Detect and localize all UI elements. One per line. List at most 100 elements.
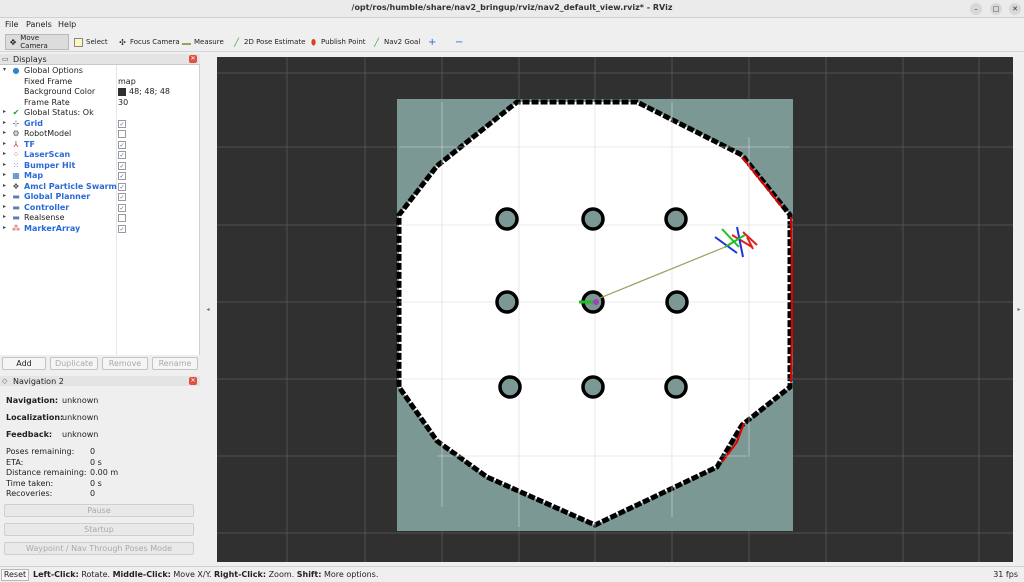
render-viewport[interactable]	[217, 57, 1013, 562]
expand-arrow-icon[interactable]: ▸	[3, 224, 6, 231]
amcl-checkbox[interactable]: ✓	[118, 182, 126, 191]
add-button[interactable]: Add	[2, 357, 46, 370]
color-swatch[interactable]	[118, 88, 126, 96]
tf-checkbox[interactable]: ✓	[118, 140, 126, 149]
maximize-button[interactable]: □	[990, 3, 1002, 15]
poses-remaining-label: Poses remaining:	[6, 447, 75, 456]
displays-tree: ▾ ● Global Options Fixed Frame map Backg…	[0, 65, 200, 355]
expand-arrow-icon[interactable]: ▸	[3, 192, 6, 199]
recoveries-value: 0	[90, 489, 96, 498]
move-camera-tool[interactable]: ✥ Move Camera	[5, 34, 69, 50]
expand-arrow-icon[interactable]: ▸	[3, 161, 6, 168]
pose-estimate-tool[interactable]: ╱ 2D Pose Estimate	[229, 34, 308, 50]
bumper-checkbox[interactable]: ✓	[118, 161, 126, 170]
hint-left-click: Left-Click:	[33, 570, 79, 579]
globe-icon: ●	[12, 66, 20, 75]
robot-icon: ⚙	[12, 129, 20, 138]
controller-checkbox[interactable]: ✓	[118, 203, 126, 212]
expand-arrow-icon[interactable]: ▸	[3, 140, 6, 147]
row-realsense[interactable]: ▸ ▬ Realsense	[0, 213, 200, 224]
row-global-status[interactable]: ▸ ✔ Global Status: Ok	[0, 108, 200, 119]
window-titlebar: /opt/ros/humble/share/nav2_bringup/rviz/…	[0, 0, 1024, 18]
expand-arrow-icon[interactable]: ▸	[3, 171, 6, 178]
hint-middle-text: Move X/Y.	[173, 570, 212, 579]
focus-camera-label: Focus Camera	[130, 38, 180, 46]
marker-icon: ⁂	[12, 223, 20, 233]
add-tool-button[interactable]: +	[425, 34, 439, 50]
robotmodel-checkbox[interactable]	[118, 130, 126, 138]
hint-left-text: Rotate.	[81, 570, 111, 579]
row-laserscan[interactable]: ▸ ⁘ LaserScan ✓	[0, 150, 200, 161]
frame-rate-value[interactable]: 30	[118, 98, 128, 107]
pause-button[interactable]: Pause	[4, 504, 194, 517]
row-label: Global Planner	[24, 192, 91, 201]
map-icon: ▦	[12, 171, 20, 180]
background-color-value[interactable]: 48; 48; 48	[129, 87, 170, 96]
reset-button[interactable]: Reset	[1, 569, 29, 581]
grid-checkbox[interactable]: ✓	[118, 119, 126, 128]
measure-tool[interactable]: Measure	[179, 34, 227, 50]
expand-arrow-icon[interactable]: ▾	[3, 66, 6, 73]
waypoint-mode-button[interactable]: Waypoint / Nav Through Poses Mode	[4, 542, 194, 555]
close-window-button[interactable]: ✕	[1009, 3, 1021, 15]
focus-camera-tool[interactable]: ✣ Focus Camera	[115, 34, 183, 50]
duplicate-button[interactable]: Duplicate	[50, 357, 98, 370]
fps-counter: 31 fps	[993, 570, 1018, 579]
publish-point-tool[interactable]: ⬮ Publish Point	[306, 34, 369, 50]
fixed-frame-value[interactable]: map	[118, 77, 136, 86]
global-planner-checkbox[interactable]: ✓	[118, 193, 126, 201]
row-background-color[interactable]: Background Color 48; 48; 48	[0, 87, 200, 98]
expand-arrow-icon[interactable]: ▸	[3, 213, 6, 220]
row-label: Grid	[24, 118, 43, 128]
map-checkbox[interactable]: ✓	[118, 172, 126, 180]
expand-arrow-icon[interactable]: ▸	[3, 129, 6, 136]
distance-label: Distance remaining:	[6, 468, 87, 477]
minimize-button[interactable]: –	[970, 3, 982, 15]
window-title: /opt/ros/humble/share/nav2_bringup/rviz/…	[351, 3, 673, 12]
startup-button[interactable]: Startup	[4, 523, 194, 536]
time-taken-label: Time taken:	[6, 478, 54, 488]
row-global-options[interactable]: ▾ ● Global Options	[0, 66, 200, 77]
expand-arrow-icon[interactable]: ▸	[3, 182, 6, 189]
row-grid[interactable]: ▸ ⊹ Grid ✓	[0, 119, 200, 130]
menu-help[interactable]: Help	[58, 20, 76, 29]
right-splitter-handle[interactable]: ▸	[1016, 57, 1022, 562]
left-splitter-handle[interactable]: ◂	[205, 57, 211, 562]
remove-button[interactable]: Remove	[102, 357, 148, 370]
row-bumper-hit[interactable]: ▸ ⁙ Bumper Hit ✓	[0, 161, 200, 172]
expand-arrow-icon[interactable]: ▸	[3, 119, 6, 126]
close-navigation-icon[interactable]: ✕	[189, 377, 197, 385]
publish-point-icon: ⬮	[310, 37, 317, 47]
nav2-goal-tool[interactable]: ╱ Nav2 Goal	[369, 34, 423, 50]
row-label: Frame Rate	[24, 97, 70, 107]
row-amcl[interactable]: ▸ ❖ Amcl Particle Swarm ✓	[0, 182, 200, 193]
laserscan-checkbox[interactable]: ✓	[118, 151, 126, 159]
row-global-planner[interactable]: ▸ ▬ Global Planner ✓	[0, 192, 200, 203]
row-frame-rate[interactable]: Frame Rate 30	[0, 98, 200, 109]
check-icon: ✔	[12, 108, 20, 117]
expand-arrow-icon[interactable]: ▸	[3, 150, 6, 157]
expand-arrow-icon[interactable]: ▸	[3, 108, 6, 115]
select-tool[interactable]: Select	[71, 34, 111, 50]
menu-panels[interactable]: Panels	[26, 20, 52, 29]
row-robotmodel[interactable]: ▸ ⚙ RobotModel	[0, 129, 200, 140]
row-map[interactable]: ▸ ▦ Map ✓	[0, 171, 200, 182]
row-label: Bumper Hit	[24, 160, 76, 170]
localization-value: unknown	[62, 413, 99, 422]
row-markerarray[interactable]: ▸ ⁂ MarkerArray ✓	[0, 224, 200, 235]
markerarray-checkbox[interactable]: ✓	[118, 224, 126, 233]
row-controller[interactable]: ▸ ▬ Controller ✓	[0, 203, 200, 214]
move-camera-icon: ✥	[9, 37, 17, 47]
expand-arrow-icon[interactable]: ▸	[3, 203, 6, 210]
close-displays-icon[interactable]: ✕	[189, 55, 197, 63]
row-fixed-frame[interactable]: Fixed Frame map	[0, 77, 200, 88]
row-tf[interactable]: ▸ ⅄ TF ✓	[0, 140, 200, 151]
rename-button[interactable]: Rename	[152, 357, 198, 370]
remove-tool-button[interactable]: −	[452, 34, 466, 50]
row-label: MarkerArray	[24, 223, 81, 233]
displays-panel-title: Displays	[13, 55, 47, 64]
select-label: Select	[86, 38, 108, 46]
menu-file[interactable]: File	[5, 20, 18, 29]
row-label: Global Options	[24, 66, 83, 75]
realsense-checkbox[interactable]	[118, 214, 126, 222]
